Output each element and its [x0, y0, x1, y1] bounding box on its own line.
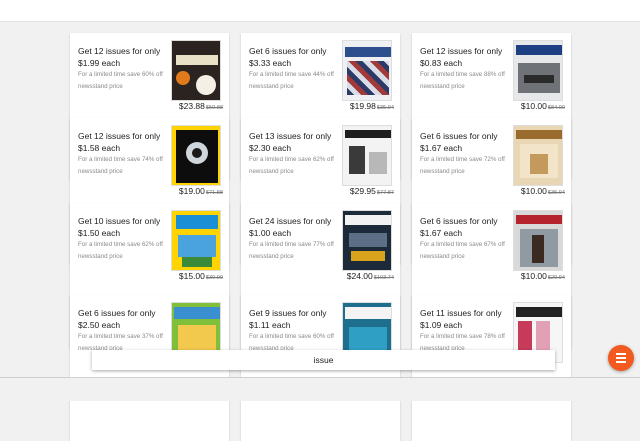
issues-text: Get 6 issues for only [420, 216, 498, 226]
search-query: issue [313, 355, 334, 365]
offer-grid: Get 12 issues for only $1.99 each For a … [0, 0, 640, 441]
promo-text: For a limited time save 60% off newsstan… [78, 71, 163, 90]
issues-text: Get 12 issues for only [420, 46, 503, 56]
original-price: $103.74 [373, 275, 394, 281]
magazine-cover[interactable] [342, 125, 392, 186]
price-total: $19.98$35.94 [350, 101, 394, 111]
promo-text: For a limited time save 72% off newsstan… [420, 156, 505, 175]
original-price: $59.88 [205, 105, 223, 111]
price-per-issue: $1.11 each [249, 320, 291, 330]
magazine-cover[interactable] [513, 40, 563, 101]
search-bar[interactable]: issue [92, 350, 555, 370]
price-total: $29.95$77.87 [350, 186, 394, 196]
magazine-cover[interactable] [171, 40, 221, 101]
issues-text: Get 13 issues for only [249, 131, 332, 141]
price-total: $19.00$71.88 [179, 186, 223, 196]
sale-price: $24.00 [346, 271, 373, 281]
promo-text: For a limited time save 88% off newsstan… [420, 71, 505, 90]
magazine-cover[interactable] [342, 210, 392, 271]
price-total: $10.00$35.94 [521, 186, 565, 196]
issues-text: Get 10 issues for only [78, 216, 161, 226]
menu-button[interactable] [608, 345, 634, 371]
bottom-strip [0, 377, 640, 401]
original-price: $84.00 [547, 105, 565, 111]
price-per-issue: $1.50 each [78, 228, 121, 238]
promo-text: For a limited time save 77% off newsstan… [249, 241, 334, 260]
price-total: $24.00$103.74 [347, 271, 394, 281]
original-price: $29.94 [547, 275, 565, 281]
price-per-issue: $1.09 each [420, 320, 463, 330]
magazine-cover[interactable] [513, 125, 563, 186]
issues-text: Get 24 issues for only [249, 216, 332, 226]
issues-text: Get 9 issues for only [249, 308, 327, 318]
issues-text: Get 6 issues for only [249, 46, 327, 56]
issues-text: Get 12 issues for only [78, 46, 161, 56]
magazine-cover[interactable] [171, 125, 221, 186]
sale-price: $10.00 [520, 271, 547, 281]
sale-price: $10.00 [520, 186, 547, 196]
sale-price: $10.00 [520, 101, 547, 111]
issues-text: Get 11 issues for only [420, 308, 502, 318]
sale-price: $29.95 [349, 186, 376, 196]
sale-price: $19.00 [178, 186, 205, 196]
sale-price: $19.98 [349, 101, 376, 111]
sale-price: $23.88 [178, 101, 205, 111]
promo-text: For a limited time save 67% off newsstan… [420, 241, 505, 260]
original-price: $77.87 [376, 190, 394, 196]
price-per-issue: $0.83 each [420, 58, 463, 68]
price-per-issue: $1.58 each [78, 143, 121, 153]
promo-text: For a limited time save 62% off newsstan… [78, 241, 163, 260]
magazine-cover[interactable] [513, 210, 563, 271]
price-total: $23.88$59.88 [179, 101, 223, 111]
price-per-issue: $1.67 each [420, 228, 463, 238]
price-per-issue: $1.00 each [249, 228, 292, 238]
price-total: $15.00$39.90 [179, 271, 223, 281]
issues-text: Get 12 issues for only [78, 131, 161, 141]
original-price: $71.88 [205, 190, 223, 196]
price-per-issue: $1.99 each [78, 58, 121, 68]
issues-text: Get 6 issues for only [420, 131, 498, 141]
promo-text: For a limited time save 44% off newsstan… [249, 71, 334, 90]
sale-price: $15.00 [178, 271, 205, 281]
magazine-cover[interactable] [171, 210, 221, 271]
issues-text: Get 6 issues for only [78, 308, 156, 318]
price-per-issue: $2.50 each [78, 320, 121, 330]
promo-text: For a limited time save 74% off newsstan… [78, 156, 163, 175]
magazine-cover[interactable] [342, 40, 392, 101]
original-price: $35.94 [376, 105, 394, 111]
price-per-issue: $2.30 each [249, 143, 292, 153]
promo-text: For a limited time save 62% off newsstan… [249, 156, 334, 175]
original-price: $35.94 [547, 190, 565, 196]
price-per-issue: $3.33 each [249, 58, 292, 68]
original-price: $39.90 [205, 275, 223, 281]
price-total: $10.00$84.00 [521, 101, 565, 111]
price-per-issue: $1.67 each [420, 143, 463, 153]
price-total: $10.00$29.94 [521, 271, 565, 281]
